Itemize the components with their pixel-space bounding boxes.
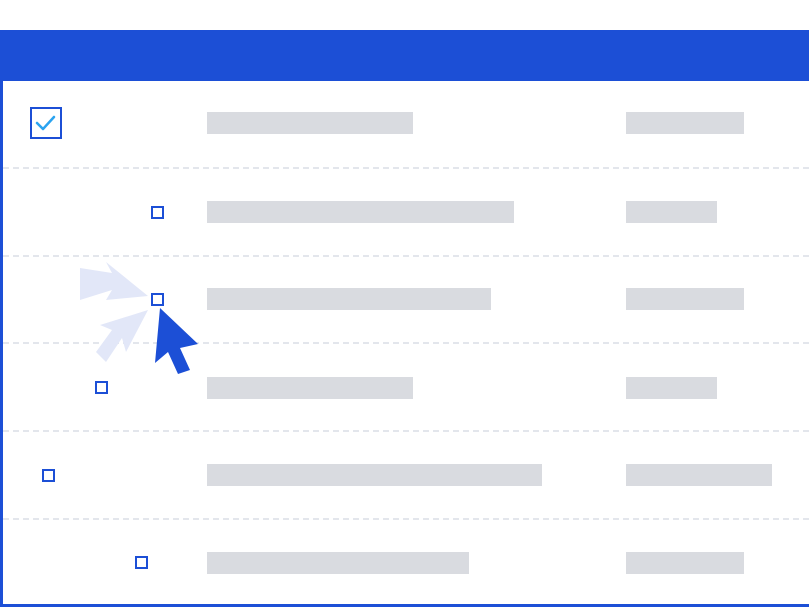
row-value-placeholder — [626, 377, 717, 399]
row-checkbox[interactable] — [42, 469, 55, 482]
row-value-placeholder — [626, 288, 744, 310]
row-name-placeholder — [207, 552, 469, 574]
app-screen — [0, 0, 809, 607]
row-name-placeholder — [207, 288, 491, 310]
check-mark-icon — [35, 115, 56, 131]
row-name-placeholder — [207, 377, 413, 399]
row-checkbox[interactable] — [135, 556, 148, 569]
row-name-placeholder — [207, 201, 514, 223]
row-name-placeholder — [207, 112, 413, 134]
row-checkbox[interactable] — [151, 206, 164, 219]
row-checkbox[interactable] — [151, 293, 164, 306]
row-value-placeholder — [626, 112, 744, 134]
row-name-placeholder — [207, 464, 542, 486]
row-checkbox[interactable] — [95, 381, 108, 394]
row-checkbox-checked[interactable] — [30, 107, 62, 139]
row-value-placeholder — [626, 201, 717, 223]
row-value-placeholder — [626, 464, 772, 486]
table-header-bar — [0, 30, 809, 81]
row-value-placeholder — [626, 552, 744, 574]
